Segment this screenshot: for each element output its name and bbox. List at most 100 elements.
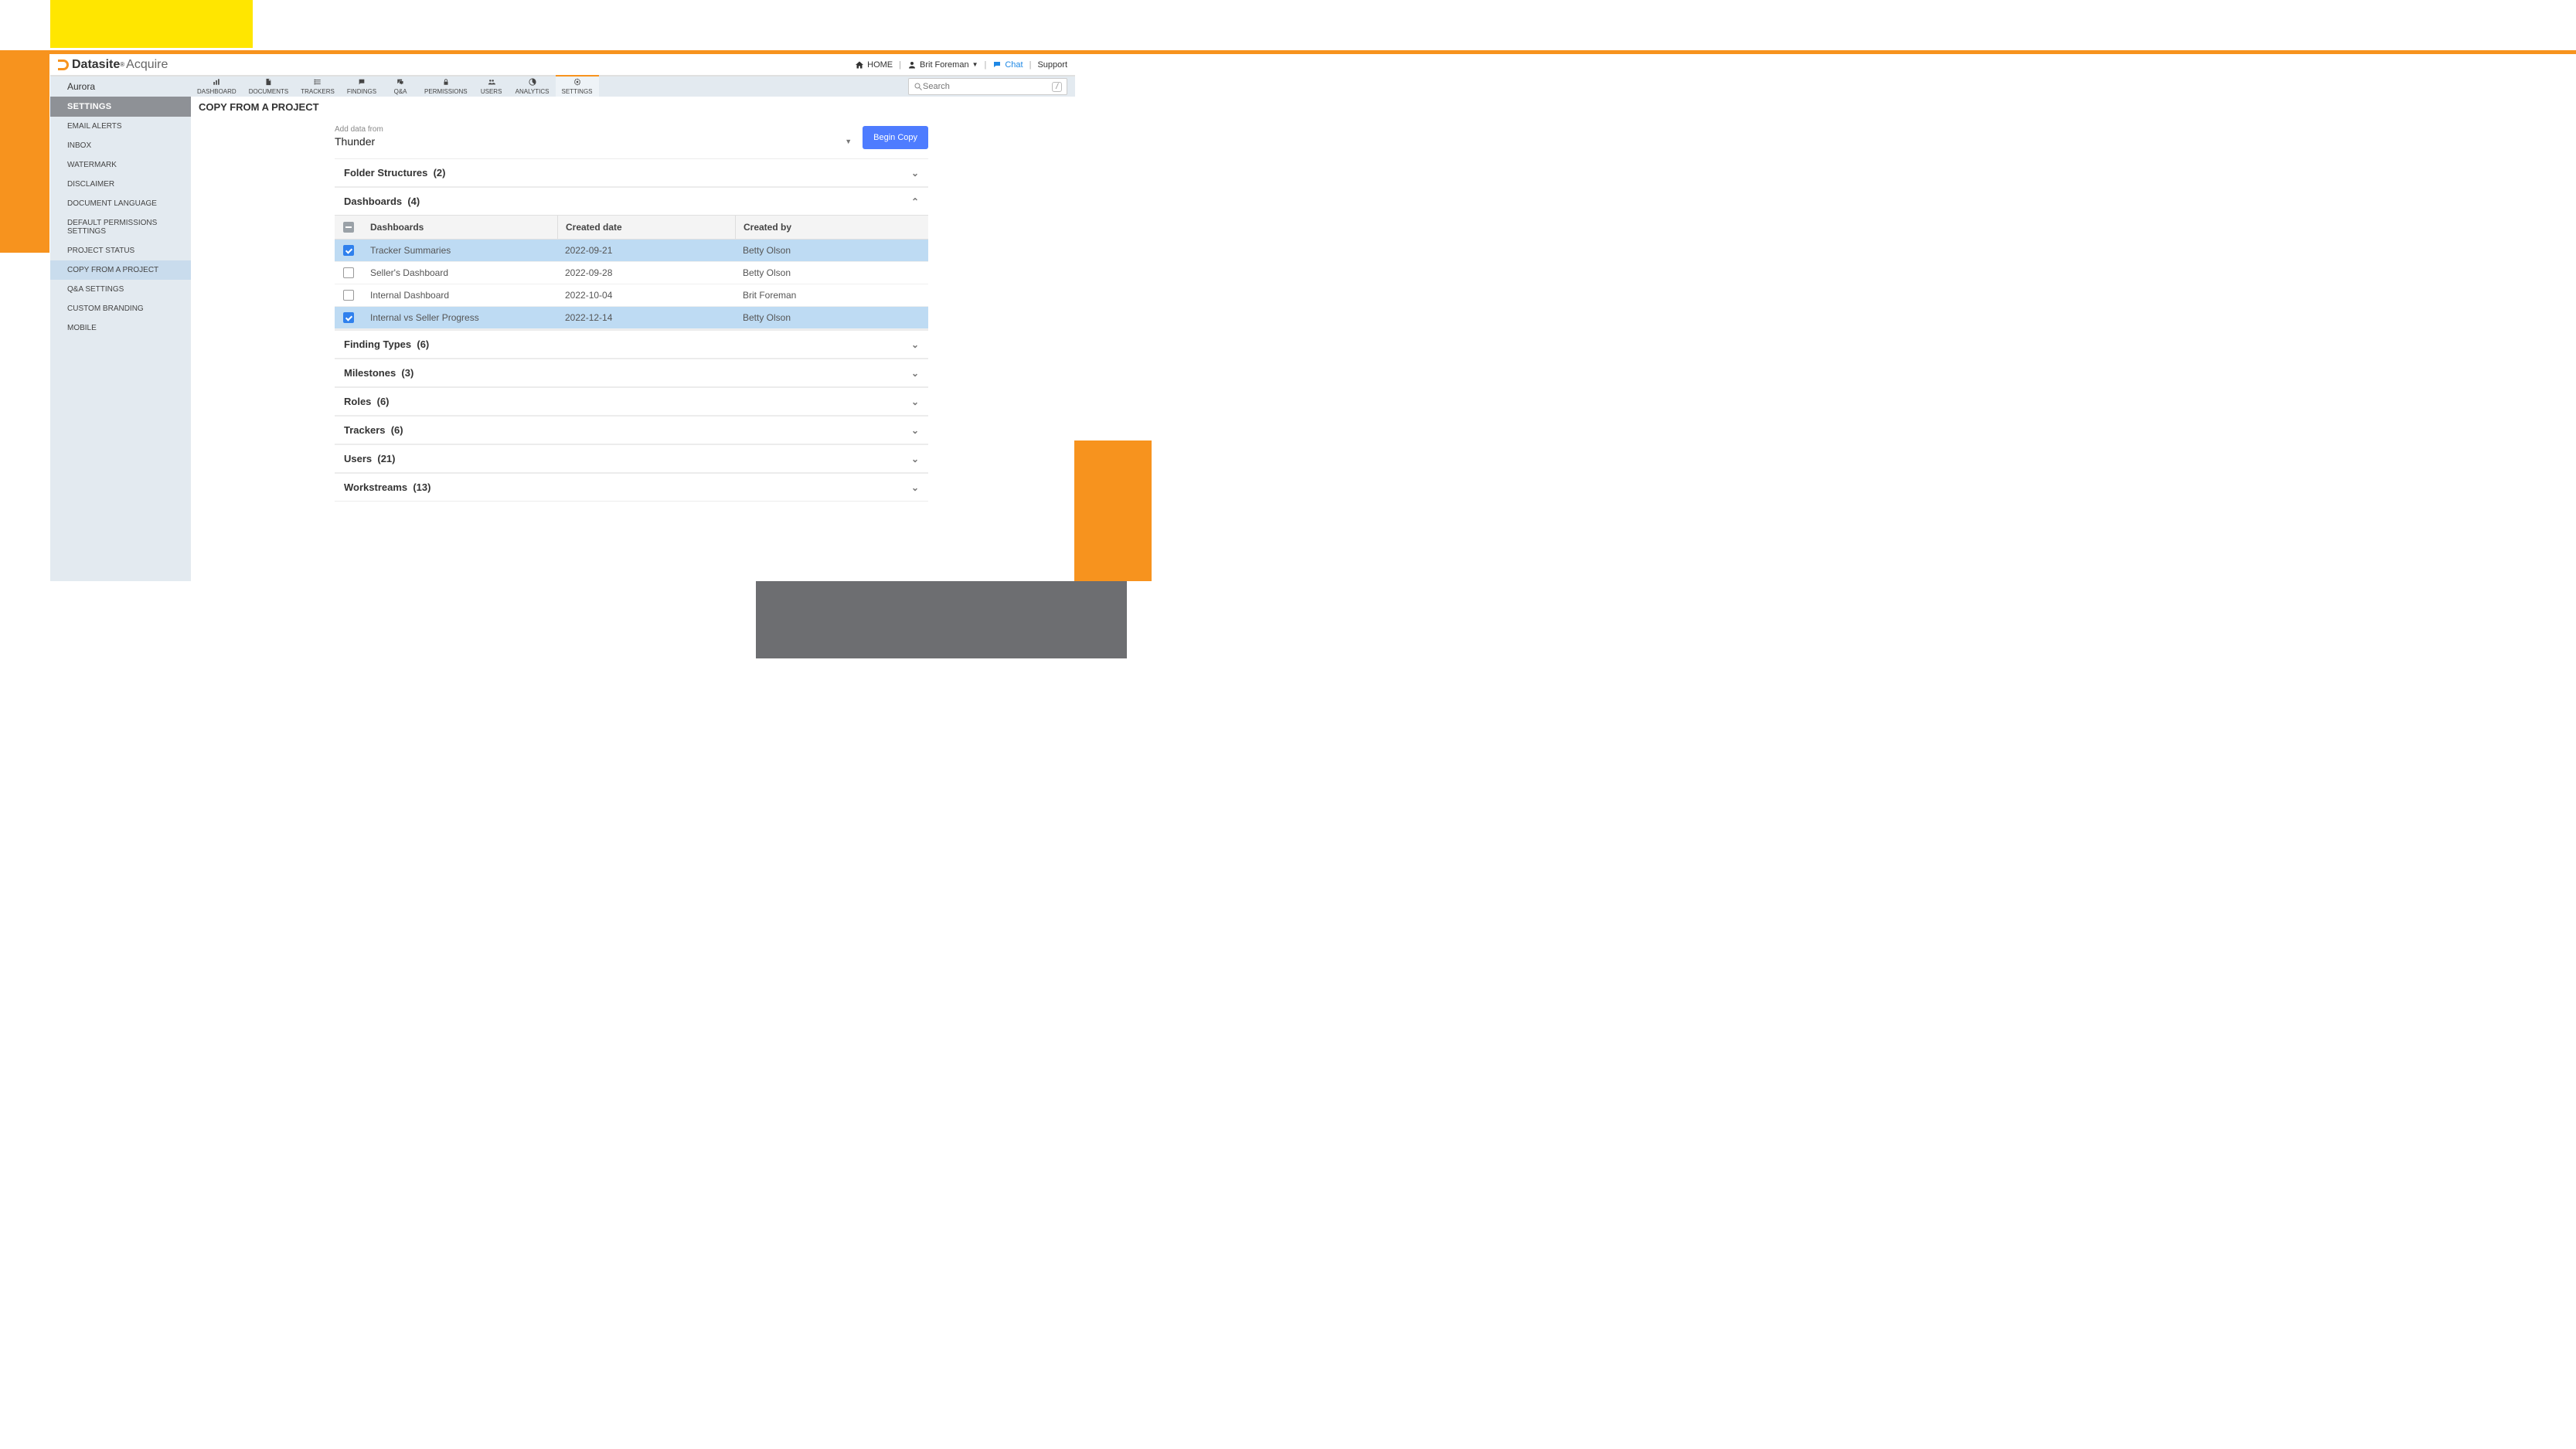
table-row[interactable]: Internal Dashboard 2022-10-04 Brit Forem… [335, 284, 928, 307]
home-link[interactable]: HOME [855, 60, 893, 70]
sidebar-item-mobile[interactable]: MOBILE [50, 318, 191, 338]
source-project-select[interactable]: Thunder ▼ [335, 134, 852, 149]
section-header[interactable]: Workstreams (13) ⌄ [335, 473, 928, 501]
caret-down-icon: ▼ [972, 61, 978, 68]
tab-label: ANALYTICS [516, 88, 550, 95]
row-checkbox[interactable] [343, 267, 354, 278]
page-title: COPY FROM A PROJECT [199, 97, 1075, 125]
user-menu[interactable]: Brit Foreman ▼ [907, 60, 978, 70]
chat-link[interactable]: Chat [992, 60, 1023, 70]
sidebar-item-custom-branding[interactable]: CUSTOM BRANDING [50, 299, 191, 318]
cell-date: 2022-09-28 [557, 262, 735, 284]
decor-orange-mid [1074, 440, 1152, 581]
section-dashboards: Dashboards (4)⌃ Dashboards Created date … [335, 187, 928, 330]
tab-qa[interactable]: Q&A [383, 77, 418, 97]
dashboards-table: Dashboards Created date Created by Track… [335, 215, 928, 329]
tab-label: PERMISSIONS [424, 88, 468, 95]
tab-label: Q&A [394, 88, 407, 95]
tab-label: DOCUMENTS [249, 88, 289, 95]
section-header[interactable]: Milestones (3) ⌄ [335, 359, 928, 386]
user-icon [907, 60, 917, 70]
trackers-icon [313, 78, 322, 87]
cell-date: 2022-12-14 [557, 307, 735, 328]
tab-label: FINDINGS [347, 88, 376, 95]
section-folder-structures: Folder Structures (2)⌄ [335, 158, 928, 187]
tab-bar: DASHBOARD DOCUMENTS TRACKERS FINDINGS Q&A PER… [191, 77, 599, 97]
dashboard-icon [212, 78, 221, 87]
tab-dashboard[interactable]: DASHBOARD [191, 77, 243, 97]
cell-by: Betty Olson [735, 262, 928, 284]
logo-icon [58, 60, 69, 70]
tab-settings[interactable]: SETTINGS [556, 77, 599, 97]
search-box[interactable]: / [908, 78, 1067, 95]
section-header[interactable]: Users (21)⌄ [335, 444, 928, 472]
chevron-down-icon: ⌄ [911, 396, 919, 407]
section-finding-types: Finding Types (6) ⌄ [335, 330, 928, 359]
section-label: Workstreams (13) [344, 481, 430, 493]
content: COPY FROM A PROJECT Add data from Thunde… [191, 97, 1075, 581]
project-name[interactable]: Aurora [50, 77, 191, 97]
chevron-down-icon: ⌄ [911, 339, 919, 350]
select-all-checkbox[interactable] [343, 222, 354, 233]
tab-label: USERS [481, 88, 502, 95]
section-label: Milestones (3) [344, 367, 413, 379]
chevron-down-icon: ⌄ [911, 368, 919, 379]
section-header[interactable]: Dashboards (4)⌃ [335, 187, 928, 215]
col-created-by[interactable]: Created by [735, 216, 928, 239]
section-label: Users (21) [344, 453, 395, 464]
section-label: Roles (6) [344, 396, 390, 407]
sidebar-item-copy-from-a-project[interactable]: COPY FROM A PROJECT [50, 260, 191, 280]
section-header[interactable]: Trackers (6) ⌄ [335, 416, 928, 444]
app-window: Datasite ® Acquire HOME | Brit Foreman ▼… [50, 54, 1075, 581]
section-label: Finding Types (6) [344, 338, 429, 350]
row-checkbox[interactable] [343, 312, 354, 323]
table-row[interactable]: Seller's Dashboard 2022-09-28 Betty Olso… [335, 262, 928, 284]
section-label: Trackers (6) [344, 424, 403, 436]
tab-permissions[interactable]: PERMISSIONS [418, 77, 474, 97]
sidebar-item-document-language[interactable]: DOCUMENT LANGUAGE [50, 194, 191, 213]
chevron-down-icon: ⌄ [911, 425, 919, 436]
qa-icon [396, 78, 405, 87]
begin-copy-button[interactable]: Begin Copy [863, 126, 928, 149]
header-right: HOME | Brit Foreman ▼ | Chat | Support [855, 60, 1067, 70]
cell-date: 2022-10-04 [557, 284, 735, 306]
sidebar-item-inbox[interactable]: INBOX [50, 136, 191, 155]
sidebar-item-project-status[interactable]: PROJECT STATUS [50, 241, 191, 260]
table-row[interactable]: Internal vs Seller Progress 2022-12-14 B… [335, 307, 928, 329]
tab-label: TRACKERS [301, 88, 335, 95]
tab-findings[interactable]: FINDINGS [341, 77, 383, 97]
body: SETTINGS EMAIL ALERTSINBOXWATERMARKDISCL… [50, 97, 1075, 581]
tab-users[interactable]: USERS [474, 77, 509, 97]
table-row[interactable]: Tracker Summaries 2022-09-21 Betty Olson [335, 240, 928, 262]
decor-yellow-block [50, 0, 253, 48]
section-users: Users (21)⌄ [335, 444, 928, 473]
section-header[interactable]: Finding Types (6) ⌄ [335, 330, 928, 358]
source-project-value: Thunder [335, 135, 375, 148]
sidebar-item-q-a-settings[interactable]: Q&A SETTINGS [50, 280, 191, 299]
header-bar: Datasite ® Acquire HOME | Brit Foreman ▼… [50, 54, 1075, 77]
col-dashboards[interactable]: Dashboards [362, 216, 557, 239]
row-checkbox[interactable] [343, 290, 354, 301]
sidebar-title: SETTINGS [50, 97, 191, 117]
search-icon [914, 82, 923, 91]
cell-by: Betty Olson [735, 240, 928, 261]
support-link[interactable]: Support [1037, 60, 1067, 70]
tab-analytics[interactable]: ANALYTICS [509, 77, 556, 97]
sidebar-item-default-permissions-settings[interactable]: DEFAULT PERMISSIONS SETTINGS [50, 213, 191, 241]
sidebar-item-watermark[interactable]: WATERMARK [50, 155, 191, 175]
brand-product: Acquire [126, 58, 168, 72]
row-checkbox[interactable] [343, 245, 354, 256]
sidebar-item-disclaimer[interactable]: DISCLAIMER [50, 175, 191, 194]
tab-documents[interactable]: DOCUMENTS [243, 77, 295, 97]
search-input[interactable] [923, 82, 1052, 91]
chevron-down-icon: ⌄ [911, 482, 919, 493]
col-created-date[interactable]: Created date [557, 216, 735, 239]
tab-trackers[interactable]: TRACKERS [294, 77, 341, 97]
caret-down-icon: ▼ [845, 138, 852, 145]
cell-name: Tracker Summaries [362, 240, 557, 261]
findings-icon [357, 78, 366, 87]
sidebar-item-email-alerts[interactable]: EMAIL ALERTS [50, 117, 191, 136]
section-header[interactable]: Folder Structures (2)⌄ [335, 158, 928, 186]
section-header[interactable]: Roles (6) ⌄ [335, 387, 928, 415]
cell-by: Brit Foreman [735, 284, 928, 306]
